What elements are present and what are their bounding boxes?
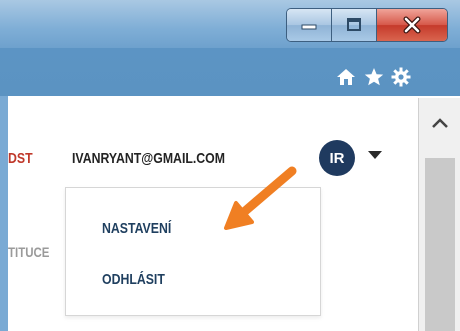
vertical-scrollbar[interactable] [418, 98, 460, 331]
tab-partial[interactable]: TITUCE [8, 244, 49, 260]
home-icon [337, 69, 355, 85]
close-icon [403, 16, 421, 34]
scrollbar-thumb[interactable] [425, 158, 455, 331]
minimize-button[interactable] [287, 9, 332, 41]
window-left-frame [0, 96, 8, 331]
home-button[interactable] [335, 66, 357, 88]
chevron-up-icon [432, 118, 448, 128]
user-dropdown-menu: NASTAVENÍ ODHLÁSIT [65, 187, 321, 316]
menu-item-settings[interactable]: NASTAVENÍ [102, 220, 171, 237]
maximize-button[interactable] [332, 9, 377, 41]
favorites-button[interactable] [363, 66, 385, 88]
nav-link-partial[interactable]: DST [8, 150, 33, 167]
minimize-icon [301, 24, 317, 30]
menu-item-logout[interactable]: ODHLÁSIT [102, 271, 165, 288]
caption-buttons [286, 8, 448, 42]
close-button[interactable] [377, 9, 447, 41]
scroll-up-button[interactable] [419, 98, 460, 148]
avatar[interactable]: IR [319, 140, 355, 176]
chevron-down-icon[interactable] [368, 151, 382, 159]
tools-button[interactable] [390, 66, 412, 88]
star-icon [364, 68, 384, 86]
user-email[interactable]: IVANRYANT@GMAIL.COM [72, 150, 225, 167]
maximize-icon [347, 18, 361, 31]
gear-icon [391, 67, 411, 87]
